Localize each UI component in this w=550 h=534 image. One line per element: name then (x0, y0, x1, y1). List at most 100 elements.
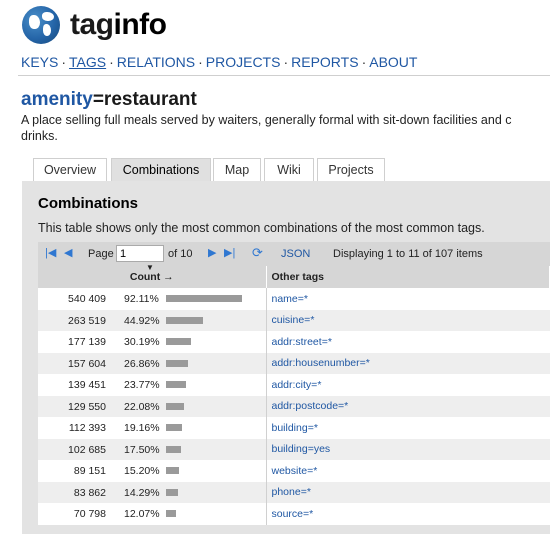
other-tag-cell: addr:postcode=* (266, 395, 550, 417)
description-line-2: drinks. (21, 129, 58, 143)
other-tag-link[interactable]: source=* (272, 508, 314, 520)
count-percent: 23.77% (124, 379, 160, 391)
nav-tags[interactable]: TAGS (69, 54, 106, 70)
site-logo[interactable]: taginfo (70, 8, 167, 42)
count-value: 83 862 (73, 486, 106, 499)
count-percent: 17.50% (124, 443, 160, 456)
nav-keys[interactable]: KEYS (21, 54, 58, 70)
count-bar (166, 381, 186, 388)
other-tag-cell: phone=* (266, 481, 550, 503)
reload-icon[interactable]: ⟳ (252, 245, 263, 261)
count-value: 540 409 (68, 293, 106, 305)
count-cell: 139 451 23.77% (38, 374, 267, 396)
tab-overview[interactable]: Overview (33, 158, 107, 182)
other-tag-link[interactable]: phone=* (272, 486, 311, 498)
logo-text-tag: tag (70, 8, 114, 41)
count-value: 129 550 (68, 400, 106, 413)
tag-value: restaurant (103, 89, 197, 110)
combinations-panel: Combinations This table shows only the m… (22, 181, 550, 534)
count-cell: 157 604 26.86% (38, 352, 267, 374)
count-percent: 22.08% (124, 400, 160, 413)
nav-about[interactable]: ABOUT (369, 54, 417, 70)
count-cell: 112 393 19.16% (38, 417, 267, 439)
other-tag-link[interactable]: addr:housenumber=* (272, 357, 370, 369)
first-page-icon[interactable]: |◀ (45, 246, 56, 259)
nav-projects[interactable]: PROJECTS (206, 54, 281, 70)
count-bar (166, 295, 242, 302)
count-cell: 102 685 17.50% (38, 438, 267, 460)
other-tag-link[interactable]: addr:street=* (272, 336, 332, 348)
count-bar (166, 402, 184, 410)
count-percent: 30.19% (124, 336, 160, 348)
logo-text-info: info (113, 8, 167, 41)
other-tag-link[interactable]: name=* (272, 293, 308, 305)
other-tag-cell: source=* (266, 503, 550, 525)
nav-relations[interactable]: RELATIONS (117, 54, 195, 70)
count-value: 102 685 (68, 443, 106, 456)
next-page-icon[interactable]: ▶ (208, 246, 216, 259)
tag-description: A place selling full meals served by wai… (21, 112, 550, 144)
other-tag-link[interactable]: website=* (272, 465, 318, 477)
count-percent: 92.11% (124, 293, 159, 305)
count-cell: 83 862 14.29% (38, 481, 267, 503)
prev-page-icon[interactable]: ◀ (64, 246, 72, 259)
tab-wiki[interactable]: Wiki (264, 158, 314, 182)
nav-separator: · (61, 54, 67, 70)
other-tag-link[interactable]: cuisine=* (272, 314, 315, 326)
count-value: 70 798 (73, 508, 106, 520)
other-tag-link[interactable]: addr:postcode=* (272, 400, 349, 412)
nav-separator: · (361, 54, 367, 70)
globe-logo-icon[interactable] (22, 6, 60, 44)
table-row: 139 451 23.77% addr:city=* (38, 374, 550, 396)
tag-key-link[interactable]: amenity (21, 89, 93, 110)
count-header-label: Count (129, 271, 161, 283)
count-bar (166, 338, 191, 345)
count-column-header[interactable]: ▼ Count → (38, 263, 267, 288)
count-value: 139 451 (68, 379, 106, 391)
count-header-arrow: → (163, 271, 174, 283)
tab-projects[interactable]: Projects (317, 158, 385, 182)
count-bar (166, 467, 179, 474)
other-tag-cell: addr:street=* (266, 331, 550, 353)
nav-reports[interactable]: REPORTS (291, 54, 358, 70)
count-value: 89 151 (73, 465, 106, 477)
count-percent: 12.07% (124, 508, 160, 520)
table-row: 102 685 17.50% building=yes (38, 438, 550, 460)
nav-separator: · (109, 54, 114, 70)
header-divider (18, 75, 550, 76)
json-link[interactable]: JSON (281, 248, 310, 260)
count-value: 263 519 (68, 314, 106, 327)
other-tag-cell: cuisine=* (266, 309, 550, 331)
count-bar (166, 424, 182, 431)
count-bar (166, 359, 188, 367)
page-number-input[interactable] (116, 245, 164, 262)
tag-equals: = (92, 89, 104, 110)
page-count-label: of 10 (168, 248, 193, 260)
display-status: Displaying 1 to 11 of 107 items (333, 248, 483, 260)
other-tag-link[interactable]: addr:city=* (272, 379, 322, 391)
count-percent: 19.16% (124, 422, 160, 434)
count-value: 157 604 (68, 357, 106, 370)
main-nav: KEYS · TAGS · RELATIONS · PROJECTS · REPORTS · ABO… (21, 54, 417, 70)
count-cell: 89 151 15.20% (38, 460, 267, 482)
tab-combinations[interactable]: Combinations (111, 158, 211, 182)
table-row: 112 393 19.16% building=* (38, 417, 550, 439)
table-row: 83 862 14.29% phone=* (38, 481, 550, 503)
page-title: amenity=restaurant (21, 89, 197, 111)
tab-map[interactable]: Map (213, 158, 261, 182)
last-page-icon[interactable]: ▶| (224, 246, 235, 259)
table-row: 157 604 26.86% addr:housenumber=* (38, 352, 550, 374)
other-tags-column-header[interactable]: Other tags (266, 266, 550, 288)
count-cell: 70 798 12.07% (38, 503, 267, 525)
combinations-table: ▼ Count → Other tags 540 409 92.11% name=*… (38, 263, 550, 525)
panel-intro: This table shows only the most common co… (38, 221, 485, 235)
description-line-1: A place selling full meals served by wai… (21, 113, 512, 127)
table-row: 129 550 22.08% addr:postcode=* (38, 395, 550, 417)
page-label: Page (88, 248, 114, 260)
other-tag-link[interactable]: building=yes (272, 443, 331, 455)
count-value: 177 139 (68, 336, 106, 348)
table-row: 263 519 44.92% cuisine=* (38, 309, 550, 331)
other-tag-link[interactable]: building=* (272, 422, 318, 434)
other-tag-cell: website=* (266, 460, 550, 482)
other-tag-cell: building=* (266, 417, 550, 439)
